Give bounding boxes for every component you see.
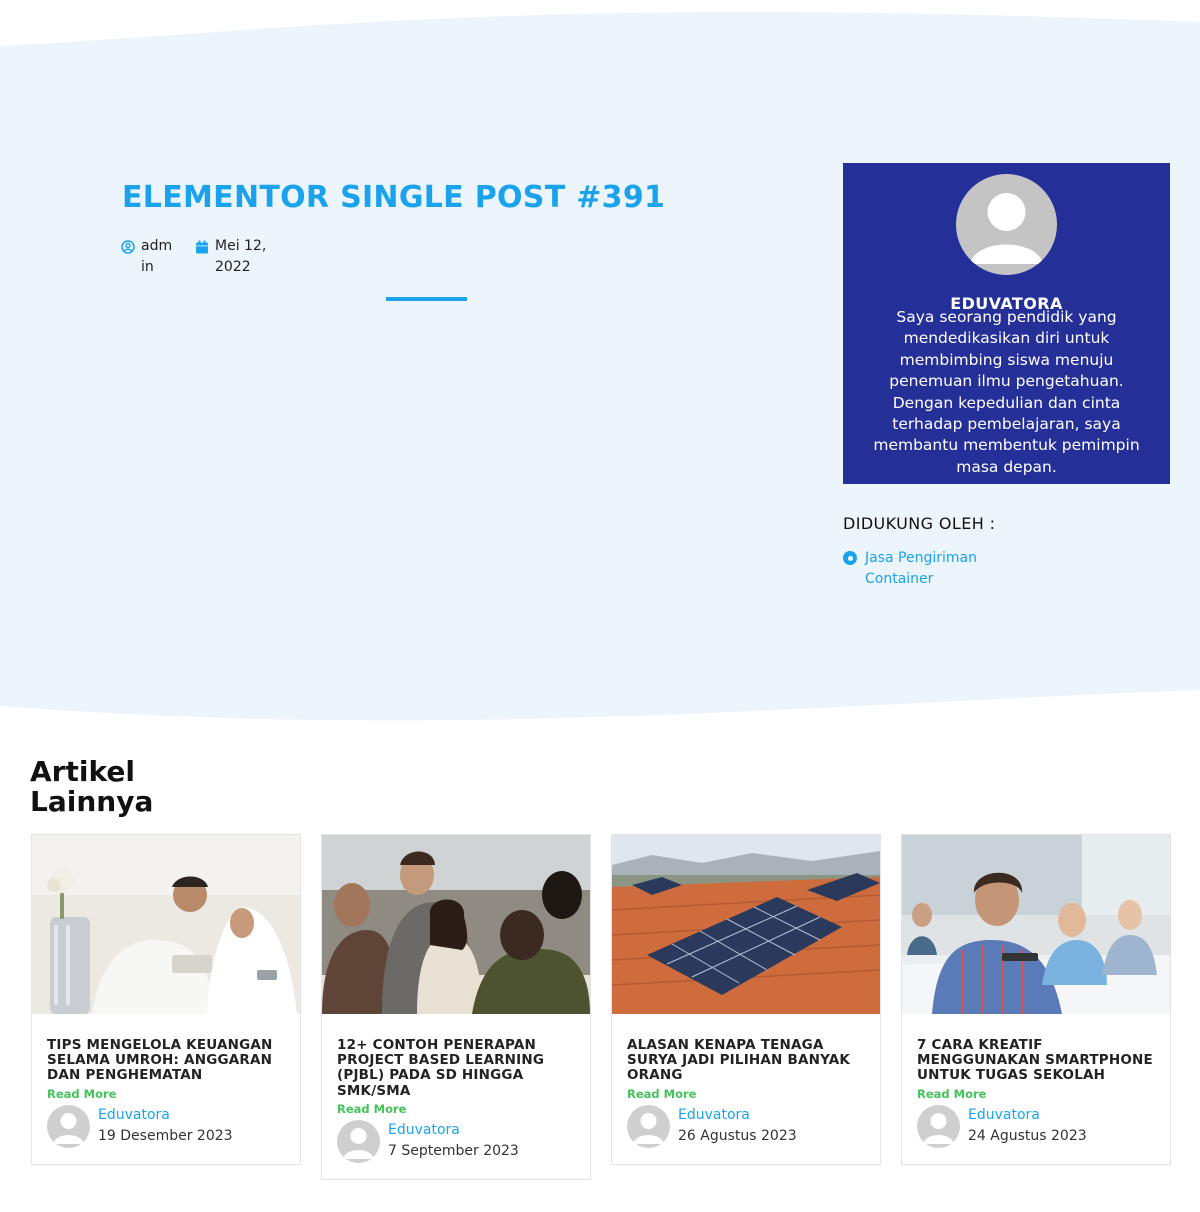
article-date: 26 Agustus 2023 (678, 1127, 797, 1144)
author-avatar (47, 1104, 90, 1148)
user-avatar-icon (633, 1112, 664, 1144)
read-more-link[interactable]: Read More (337, 1102, 575, 1116)
article-thumbnail[interactable] (32, 835, 300, 1014)
article-byline: Eduvatora 24 Agustus 2023 (917, 1104, 1155, 1148)
article-card[interactable]: TIPS MENGELOLA KEUANGAN SELAMA UMROH: AN… (31, 834, 301, 1165)
user-avatar-icon (343, 1127, 374, 1159)
sponsor-item[interactable]: Jasa Pengiriman Container (843, 548, 995, 590)
calendar-icon (196, 240, 208, 254)
author-avatar (917, 1104, 960, 1148)
read-more-link[interactable]: Read More (627, 1087, 865, 1101)
title-divider (386, 297, 467, 301)
related-articles-title: Artikel Lainnya (30, 755, 154, 818)
article-card[interactable]: 12+ CONTOH PENERAPAN PROJECT BASED LEARN… (321, 834, 591, 1180)
article-thumbnail[interactable] (612, 835, 880, 1014)
article-date: 7 September 2023 (388, 1142, 519, 1159)
author-box: EDUVATORA Saya seorang pendidik yang men… (843, 163, 1170, 484)
bullet-circle-icon (843, 551, 857, 565)
post-date: Mei 12, 2022 (195, 236, 275, 278)
post-date-text: Mei 12, 2022 (215, 238, 267, 275)
user-avatar-icon (53, 1112, 84, 1144)
user-avatar-icon (970, 193, 1043, 264)
author-avatar (337, 1119, 380, 1163)
article-author[interactable]: Eduvatora (98, 1105, 233, 1126)
read-more-link[interactable]: Read More (47, 1087, 285, 1101)
user-avatar-icon (923, 1112, 954, 1144)
article-card[interactable]: ALASAN KENAPA TENAGA SURYA JADI PILIHAN … (611, 834, 881, 1165)
article-byline: Eduvatora 19 Desember 2023 (47, 1104, 285, 1148)
sponsor-link[interactable]: Jasa Pengiriman Container (865, 548, 995, 590)
article-byline: Eduvatora 26 Agustus 2023 (627, 1104, 865, 1148)
article-author[interactable]: Eduvatora (678, 1105, 797, 1126)
article-thumbnail[interactable] (322, 835, 590, 1014)
read-more-link[interactable]: Read More (917, 1087, 1155, 1101)
article-author[interactable]: Eduvatora (968, 1105, 1087, 1126)
article-title[interactable]: 7 CARA KREATIF MENGGUNAKAN SMARTPHONE UN… (917, 1037, 1155, 1084)
article-byline: Eduvatora 7 September 2023 (337, 1119, 575, 1163)
article-card[interactable]: 7 CARA KREATIF MENGGUNAKAN SMARTPHONE UN… (901, 834, 1171, 1165)
article-title[interactable]: ALASAN KENAPA TENAGA SURYA JADI PILIHAN … (627, 1037, 865, 1084)
supported-by-title: DIDUKUNG OLEH : (843, 514, 996, 533)
author-avatar (627, 1104, 670, 1148)
article-date: 24 Agustus 2023 (968, 1127, 1087, 1144)
post-title: ELEMENTOR SINGLE POST #391 (122, 180, 666, 215)
post-author[interactable]: admin (121, 236, 175, 278)
article-date: 19 Desember 2023 (98, 1127, 233, 1144)
post-author-name[interactable]: admin (141, 236, 175, 278)
article-title[interactable]: TIPS MENGELOLA KEUANGAN SELAMA UMROH: AN… (47, 1037, 285, 1084)
article-author[interactable]: Eduvatora (388, 1120, 519, 1141)
user-icon (121, 240, 135, 254)
article-thumbnail[interactable] (902, 835, 1170, 1014)
article-title[interactable]: 12+ CONTOH PENERAPAN PROJECT BASED LEARN… (337, 1037, 575, 1099)
author-avatar (956, 174, 1057, 275)
author-bio: Saya seorang pendidik yang mendedikasika… (873, 308, 1140, 476)
